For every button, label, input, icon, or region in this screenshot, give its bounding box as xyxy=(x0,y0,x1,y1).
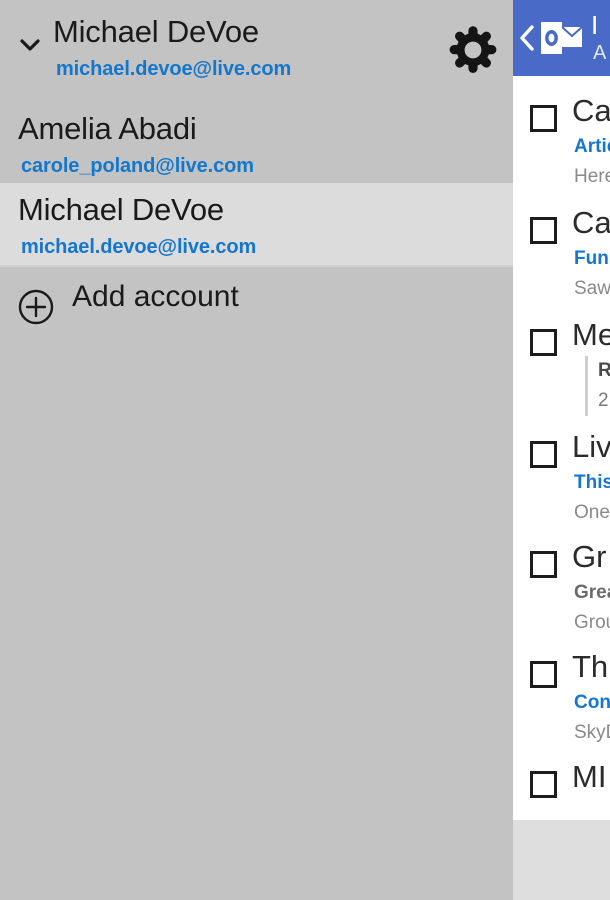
app-root: Michael DeVoe michael.devoe@live.com Ame… xyxy=(0,0,610,900)
message-preview: Saw xyxy=(574,278,610,300)
account-name: Amelia Abadi xyxy=(18,111,197,147)
message-select-checkbox[interactable] xyxy=(530,329,557,356)
message-select-checkbox[interactable] xyxy=(530,661,557,688)
message-sender: Liv xyxy=(572,429,610,465)
account-name: Michael DeVoe xyxy=(18,192,224,228)
back-chevron-icon[interactable] xyxy=(517,24,537,52)
mail-header-subtitle: A xyxy=(593,42,606,65)
message-list-item[interactable]: Th Con SkyD xyxy=(513,650,610,760)
message-subject: Grea xyxy=(574,582,610,604)
plus-circle-icon xyxy=(18,289,54,325)
message-select-checkbox[interactable] xyxy=(530,105,557,132)
message-sender: Gr xyxy=(572,539,606,575)
message-subject: Artic xyxy=(574,136,610,158)
message-subject: Funn xyxy=(574,248,610,270)
mail-footer-area xyxy=(513,820,610,900)
message-preview: 2 xyxy=(598,390,609,412)
outlook-logo-icon xyxy=(541,21,583,55)
message-preview: Grou xyxy=(574,612,610,634)
current-account-name: Michael DeVoe xyxy=(53,14,259,50)
message-list-item[interactable]: Liv This One xyxy=(513,430,610,540)
message-sender: Ca xyxy=(572,205,610,241)
message-preview: SkyD xyxy=(574,722,610,744)
chevron-down-icon[interactable] xyxy=(18,33,42,57)
message-preview: One xyxy=(574,502,610,524)
message-select-checkbox[interactable] xyxy=(530,441,557,468)
message-select-checkbox[interactable] xyxy=(530,771,557,798)
message-list-item[interactable]: Gr Grea Grou xyxy=(513,540,610,650)
account-row[interactable]: Amelia Abadi carole_poland@live.com xyxy=(0,102,513,183)
conversation-thread-rule xyxy=(585,356,588,416)
divider xyxy=(0,265,513,267)
gear-icon[interactable] xyxy=(446,23,500,77)
account-row[interactable]: Michael DeVoe michael.devoe@live.com xyxy=(0,183,513,267)
message-select-checkbox[interactable] xyxy=(530,217,557,244)
account-switcher-panel: Michael DeVoe michael.devoe@live.com Ame… xyxy=(0,0,513,900)
mail-header-bar: I A xyxy=(513,0,610,76)
message-list-item[interactable]: Me R 2 xyxy=(513,318,610,428)
message-sender: Me xyxy=(572,317,610,353)
message-list-item[interactable]: Ca Artic Here xyxy=(513,94,610,204)
message-list-item[interactable]: MI xyxy=(513,760,610,820)
message-list-item[interactable]: Ca Funn Saw xyxy=(513,206,610,316)
add-account-button[interactable]: Add account xyxy=(0,276,513,332)
message-subject: R xyxy=(598,360,610,382)
message-sender: MI xyxy=(572,759,606,795)
mail-pane: I A Ca Artic Here Ca Funn Saw Me R 2 xyxy=(513,0,610,900)
message-list[interactable]: Ca Artic Here Ca Funn Saw Me R 2 Liv Th xyxy=(513,76,610,820)
message-sender: Ca xyxy=(572,93,610,129)
current-account-email: michael.devoe@live.com xyxy=(56,58,291,81)
message-subject: This xyxy=(574,472,610,494)
account-email: michael.devoe@live.com xyxy=(21,236,256,259)
add-account-label: Add account xyxy=(72,280,239,314)
message-subject: Con xyxy=(574,692,610,714)
account-email: carole_poland@live.com xyxy=(21,155,254,178)
message-preview: Here xyxy=(574,166,610,188)
message-select-checkbox[interactable] xyxy=(530,551,557,578)
current-account-header[interactable]: Michael DeVoe michael.devoe@live.com xyxy=(0,0,513,100)
message-sender: Th xyxy=(572,649,608,685)
mail-header-title: I xyxy=(591,10,598,41)
